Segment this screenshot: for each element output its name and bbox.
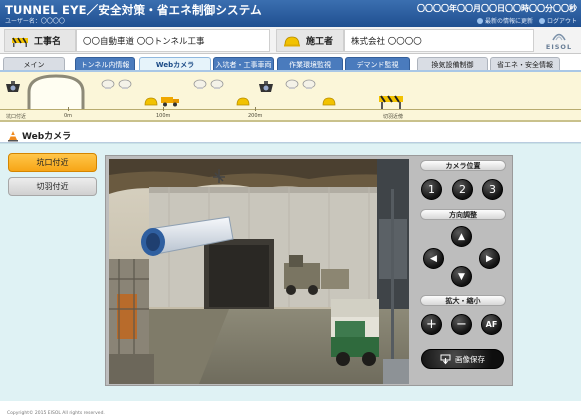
- tab-ventilation[interactable]: 換気設備制御: [417, 57, 488, 71]
- cone-icon: [8, 130, 18, 141]
- map-tick: [255, 107, 256, 111]
- barrier-icon: [379, 95, 403, 109]
- light-icon: [193, 79, 224, 89]
- helmet-icon: [144, 97, 158, 106]
- pan-left-button[interactable]: ◀: [423, 248, 444, 269]
- map-tick: [163, 107, 164, 111]
- map-tick: [68, 107, 69, 111]
- tilt-up-button[interactable]: ▲: [451, 226, 472, 247]
- vehicle-icon: [161, 97, 179, 107]
- helmet-icon: [322, 97, 336, 106]
- helmet-icon: [236, 97, 250, 106]
- refresh-link[interactable]: 最新の情報に更新: [476, 16, 533, 25]
- logout-link[interactable]: ログアウト: [538, 16, 577, 25]
- camera-icon[interactable]: [5, 80, 21, 94]
- tunnel-map: 坑口付近 0m 100m 200m 切羽近傍: [0, 72, 581, 122]
- zoom-in-button[interactable]: +: [421, 314, 442, 335]
- camera-position-2-button[interactable]: 2: [452, 179, 473, 200]
- section-title: Webカメラ: [7, 129, 71, 142]
- save-image-label: 画像保存: [455, 354, 485, 364]
- tab-demand[interactable]: デマンド監視: [345, 57, 410, 71]
- tilt-down-button[interactable]: ▼: [451, 266, 472, 287]
- camera-position-heading: カメラ位置: [420, 160, 506, 171]
- camera-image: [109, 159, 409, 384]
- camera-position-1-button[interactable]: 1: [421, 179, 442, 200]
- camera-position-3-button[interactable]: 3: [482, 179, 503, 200]
- zoom-heading: 拡大・縮小: [420, 295, 506, 306]
- eisol-logo: EISOL: [541, 30, 577, 52]
- light-icon: [101, 79, 132, 89]
- camera-select-portal-button[interactable]: 坑口付近: [8, 153, 97, 172]
- direction-heading: 方向調整: [420, 209, 506, 220]
- work-name-label: 工事名: [4, 29, 76, 52]
- contractor-value: 株式会社 〇〇〇〇: [344, 29, 534, 52]
- tab-workers-vehicles[interactable]: 入坑者・工事車両: [213, 57, 274, 71]
- refresh-icon: [476, 17, 483, 24]
- tunnel-baseline: [0, 109, 581, 110]
- save-image-button[interactable]: 画像保存: [421, 349, 504, 369]
- project-bar: 工事名 〇〇自動車道 〇〇トンネル工事 施工者 株式会社 〇〇〇〇 EISOL: [0, 27, 581, 54]
- autofocus-button[interactable]: AF: [481, 314, 502, 335]
- light-icon: [285, 79, 316, 89]
- zoom-out-button[interactable]: −: [451, 314, 472, 335]
- app-header: TUNNEL EYE／安全対策・省エネ制御システム ユーザー名：〇〇〇〇 〇〇〇…: [0, 0, 581, 27]
- refresh-label: 最新の情報に更新: [484, 18, 533, 25]
- map-label-100m: 100m: [156, 113, 171, 119]
- download-icon: [440, 354, 451, 364]
- camera-controls: カメラ位置 1 2 3 方向調整 ▲ ◀ ▶ ▼ 拡大・縮小 + − AF: [416, 158, 509, 380]
- header-links: 最新の情報に更新 ログアウト: [476, 16, 577, 25]
- tunnel-portal-icon: [27, 74, 85, 110]
- helmet-icon: [284, 36, 300, 46]
- tab-main[interactable]: メイン: [3, 57, 65, 71]
- logo-mark-icon: [552, 33, 566, 41]
- pan-right-button[interactable]: ▶: [479, 248, 500, 269]
- current-datetime: 〇〇〇〇年〇〇月〇〇日〇〇時〇〇分〇〇秒: [417, 4, 577, 13]
- logout-icon: [538, 17, 545, 24]
- camera-feed: [109, 159, 409, 384]
- copyright: Copyright© 2015 EISOL All rights reserve…: [7, 411, 105, 416]
- tab-energy-safety[interactable]: 省エネ・安全情報: [490, 57, 560, 71]
- contractor-label: 施工者: [276, 29, 344, 52]
- work-name-value: 〇〇自動車道 〇〇トンネル工事: [76, 29, 270, 52]
- user-name: ユーザー名：〇〇〇〇: [5, 18, 65, 25]
- tab-tunnel-info[interactable]: トンネル内情報: [75, 57, 135, 71]
- map-label-portal: 坑口付近: [6, 114, 27, 120]
- camera-select-face-button[interactable]: 切羽付近: [8, 177, 97, 196]
- map-label-face: 切羽近傍: [383, 114, 404, 120]
- logout-label: ログアウト: [546, 18, 577, 25]
- tab-environment[interactable]: 作業環境監視: [277, 57, 343, 71]
- map-label-200m: 200m: [248, 113, 263, 119]
- map-label-0m: 0m: [64, 113, 73, 119]
- tab-webcam[interactable]: Webカメラ: [139, 57, 211, 71]
- main-tabs: メイン トンネル内情報 Webカメラ 入坑者・工事車両 作業環境監視 デマンド監…: [0, 54, 581, 71]
- camera-icon[interactable]: [258, 80, 274, 94]
- barrier-icon: [12, 37, 28, 47]
